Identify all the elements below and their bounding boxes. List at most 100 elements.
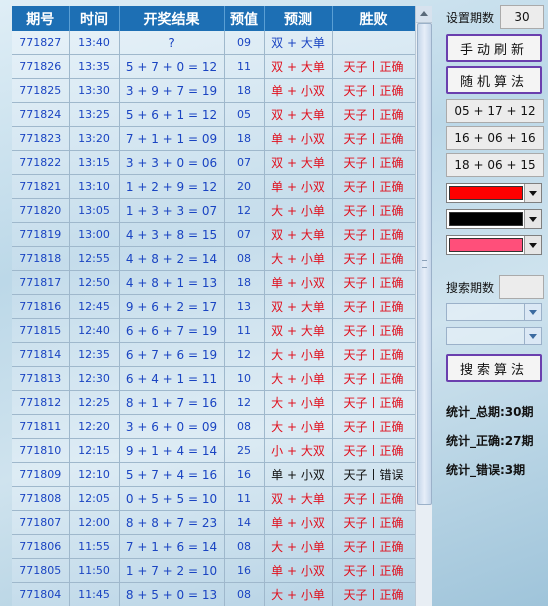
table-row[interactable]: 771815 12:40 6 + 6 + 7 = 19 11 双 + 大单 天子丨正确 [12, 318, 415, 343]
scroll-up-arrow-icon[interactable] [416, 6, 432, 23]
header-time: 时间 [69, 6, 120, 31]
cell-time: 12:15 [69, 438, 120, 463]
table-row[interactable]: 771813 12:30 6 + 4 + 1 = 11 10 大 + 小单 天子丨正确 [12, 366, 415, 391]
cell-prevalue: 13 [224, 294, 265, 319]
table-row[interactable]: 771808 12:05 0 + 5 + 5 = 10 11 双 + 大单 天子丨正确 [12, 486, 415, 511]
formula-2: 16 + 06 + 16 [446, 126, 544, 150]
cell-prediction: 大 + 小单 [264, 342, 333, 367]
cell-time: 11:50 [69, 558, 120, 583]
table-row[interactable]: 771809 12:10 5 + 7 + 4 = 16 16 单 + 小双 天子丨错误 [12, 462, 415, 487]
cell-period: 771821 [12, 174, 70, 199]
cell-period: 771806 [12, 534, 70, 559]
color-select-1[interactable] [446, 183, 542, 203]
cell-period: 771824 [12, 102, 70, 127]
chevron-down-icon[interactable] [524, 328, 541, 344]
table-row[interactable]: 771825 13:30 3 + 9 + 7 = 19 18 单 + 小双 天子丨正确 [12, 78, 415, 103]
color-select-2[interactable] [446, 209, 542, 229]
color-select-3[interactable] [446, 235, 542, 255]
scroll-thumb[interactable] [417, 23, 432, 505]
search-period-input[interactable] [499, 275, 544, 299]
chevron-down-icon[interactable] [524, 236, 541, 254]
cell-prevalue: 08 [224, 414, 265, 439]
table-row[interactable]: 771822 13:15 3 + 3 + 0 = 06 07 双 + 大单 天子丨正确 [12, 150, 415, 175]
cell-prediction: 单 + 小双 [264, 558, 333, 583]
table-row[interactable]: 771818 12:55 4 + 8 + 2 = 14 08 大 + 小单 天子丨正确 [12, 246, 415, 271]
cell-prediction: 双 + 大单 [264, 486, 333, 511]
search-dropdown-1[interactable] [446, 303, 542, 321]
table-row[interactable]: 771805 11:50 1 + 7 + 2 = 10 16 单 + 小双 天子丨正确 [12, 558, 415, 583]
cell-prevalue: 07 [224, 150, 265, 175]
table-row[interactable]: 771810 12:15 9 + 1 + 4 = 14 25 小 + 大双 天子丨正确 [12, 438, 415, 463]
cell-outcome: 天子丨正确 [332, 582, 415, 606]
cell-result: 1 + 7 + 2 = 10 [119, 558, 225, 583]
stat-wrong: 统计_错误:3期 [446, 463, 526, 477]
table-row[interactable]: 771814 12:35 6 + 7 + 6 = 19 12 大 + 小单 天子丨正确 [12, 342, 415, 367]
cell-result: 9 + 6 + 2 = 17 [119, 294, 225, 319]
cell-prediction: 双 + 大单 [264, 54, 333, 79]
chevron-down-icon[interactable] [524, 304, 541, 320]
chevron-down-icon[interactable] [524, 210, 541, 228]
cell-period: 771807 [12, 510, 70, 535]
table-row[interactable]: 771807 12:00 8 + 8 + 7 = 23 14 单 + 小双 天子丨正确 [12, 510, 415, 535]
table-row[interactable]: 771826 13:35 5 + 7 + 0 = 12 11 双 + 大单 天子丨正确 [12, 54, 415, 79]
cell-period: 771816 [12, 294, 70, 319]
table-row[interactable]: 771817 12:50 4 + 8 + 1 = 13 18 单 + 小双 天子丨正确 [12, 270, 415, 295]
cell-outcome: 天子丨正确 [332, 294, 415, 319]
manual-refresh-button[interactable]: 手动刷新 [446, 34, 542, 62]
search-algorithm-button[interactable]: 搜索算法 [446, 354, 542, 382]
cell-outcome: 天子丨正确 [332, 222, 415, 247]
cell-prevalue: 16 [224, 558, 265, 583]
random-algorithm-button[interactable]: 随机算法 [446, 66, 542, 94]
cell-outcome: 天子丨正确 [332, 534, 415, 559]
cell-period: 771825 [12, 78, 70, 103]
cell-result: 3 + 6 + 0 = 09 [119, 414, 225, 439]
cell-result: 5 + 7 + 4 = 16 [119, 462, 225, 487]
formula-1: 05 + 17 + 12 [446, 99, 544, 123]
cell-period: 771815 [12, 318, 70, 343]
cell-time: 13:40 [69, 31, 120, 55]
cell-prediction: 双 + 大单 [264, 150, 333, 175]
cell-outcome: 天子丨正确 [332, 438, 415, 463]
table-row[interactable]: 771811 12:20 3 + 6 + 0 = 09 08 大 + 小单 天子丨正确 [12, 414, 415, 439]
table-row[interactable]: 771823 13:20 7 + 1 + 1 = 09 18 单 + 小双 天子丨正确 [12, 126, 415, 151]
header-period: 期号 [12, 6, 70, 31]
chevron-down-icon[interactable] [524, 184, 541, 202]
cell-prevalue: 09 [224, 31, 265, 55]
cell-outcome: 天子丨正确 [332, 414, 415, 439]
cell-outcome: 天子丨正确 [332, 270, 415, 295]
table-row[interactable]: 771821 13:10 1 + 2 + 9 = 12 20 单 + 小双 天子丨正确 [12, 174, 415, 199]
table-scrollbar[interactable] [415, 6, 432, 606]
header-prevalue: 预值 [224, 6, 265, 31]
table-row[interactable]: 771827 13:40? 09 双 + 大单 [12, 31, 415, 55]
header-result: 开奖结果 [119, 6, 225, 31]
table-row[interactable]: 771816 12:45 9 + 6 + 2 = 17 13 双 + 大单 天子丨正确 [12, 294, 415, 319]
cell-prediction: 大 + 小单 [264, 366, 333, 391]
table-row[interactable]: 771824 13:25 5 + 6 + 1 = 12 05 双 + 大单 天子丨正确 [12, 102, 415, 127]
cell-result: ? [119, 31, 225, 55]
table-row[interactable]: 771812 12:25 8 + 1 + 7 = 16 12 大 + 小单 天子丨正确 [12, 390, 415, 415]
cell-prevalue: 10 [224, 366, 265, 391]
search-dropdown-2[interactable] [446, 327, 542, 345]
table-row[interactable]: 771806 11:55 7 + 1 + 6 = 14 08 大 + 小单 天子丨正确 [12, 534, 415, 559]
table-row[interactable]: 771804 11:45 8 + 5 + 0 = 13 08 大 + 小单 天子丨正确 [12, 582, 415, 606]
cell-time: 12:25 [69, 390, 120, 415]
cell-prevalue: 11 [224, 486, 265, 511]
cell-time: 12:30 [69, 366, 120, 391]
cell-prediction: 双 + 大单 [264, 222, 333, 247]
period-input[interactable]: 30 [500, 5, 544, 29]
cell-time: 12:50 [69, 270, 120, 295]
cell-time: 13:15 [69, 150, 120, 175]
cell-time: 12:20 [69, 414, 120, 439]
cell-outcome: 天子丨正确 [332, 558, 415, 583]
cell-prevalue: 12 [224, 342, 265, 367]
cell-result: 9 + 1 + 4 = 14 [119, 438, 225, 463]
cell-time: 11:45 [69, 582, 120, 606]
cell-period: 771804 [12, 582, 70, 606]
table-row[interactable]: 771820 13:05 1 + 3 + 3 = 07 12 大 + 小单 天子丨正确 [12, 198, 415, 223]
lottery-results-table: 期号 时间 开奖结果 预值 预测 胜败 771827 13:40? 09 双 + 大单… [12, 6, 415, 606]
header-outcome: 胜败 [332, 6, 415, 31]
cell-outcome: 天子丨正确 [332, 390, 415, 415]
color-swatch [449, 238, 523, 252]
table-row[interactable]: 771819 13:00 4 + 3 + 8 = 15 07 双 + 大单 天子丨正确 [12, 222, 415, 247]
cell-prevalue: 11 [224, 54, 265, 79]
